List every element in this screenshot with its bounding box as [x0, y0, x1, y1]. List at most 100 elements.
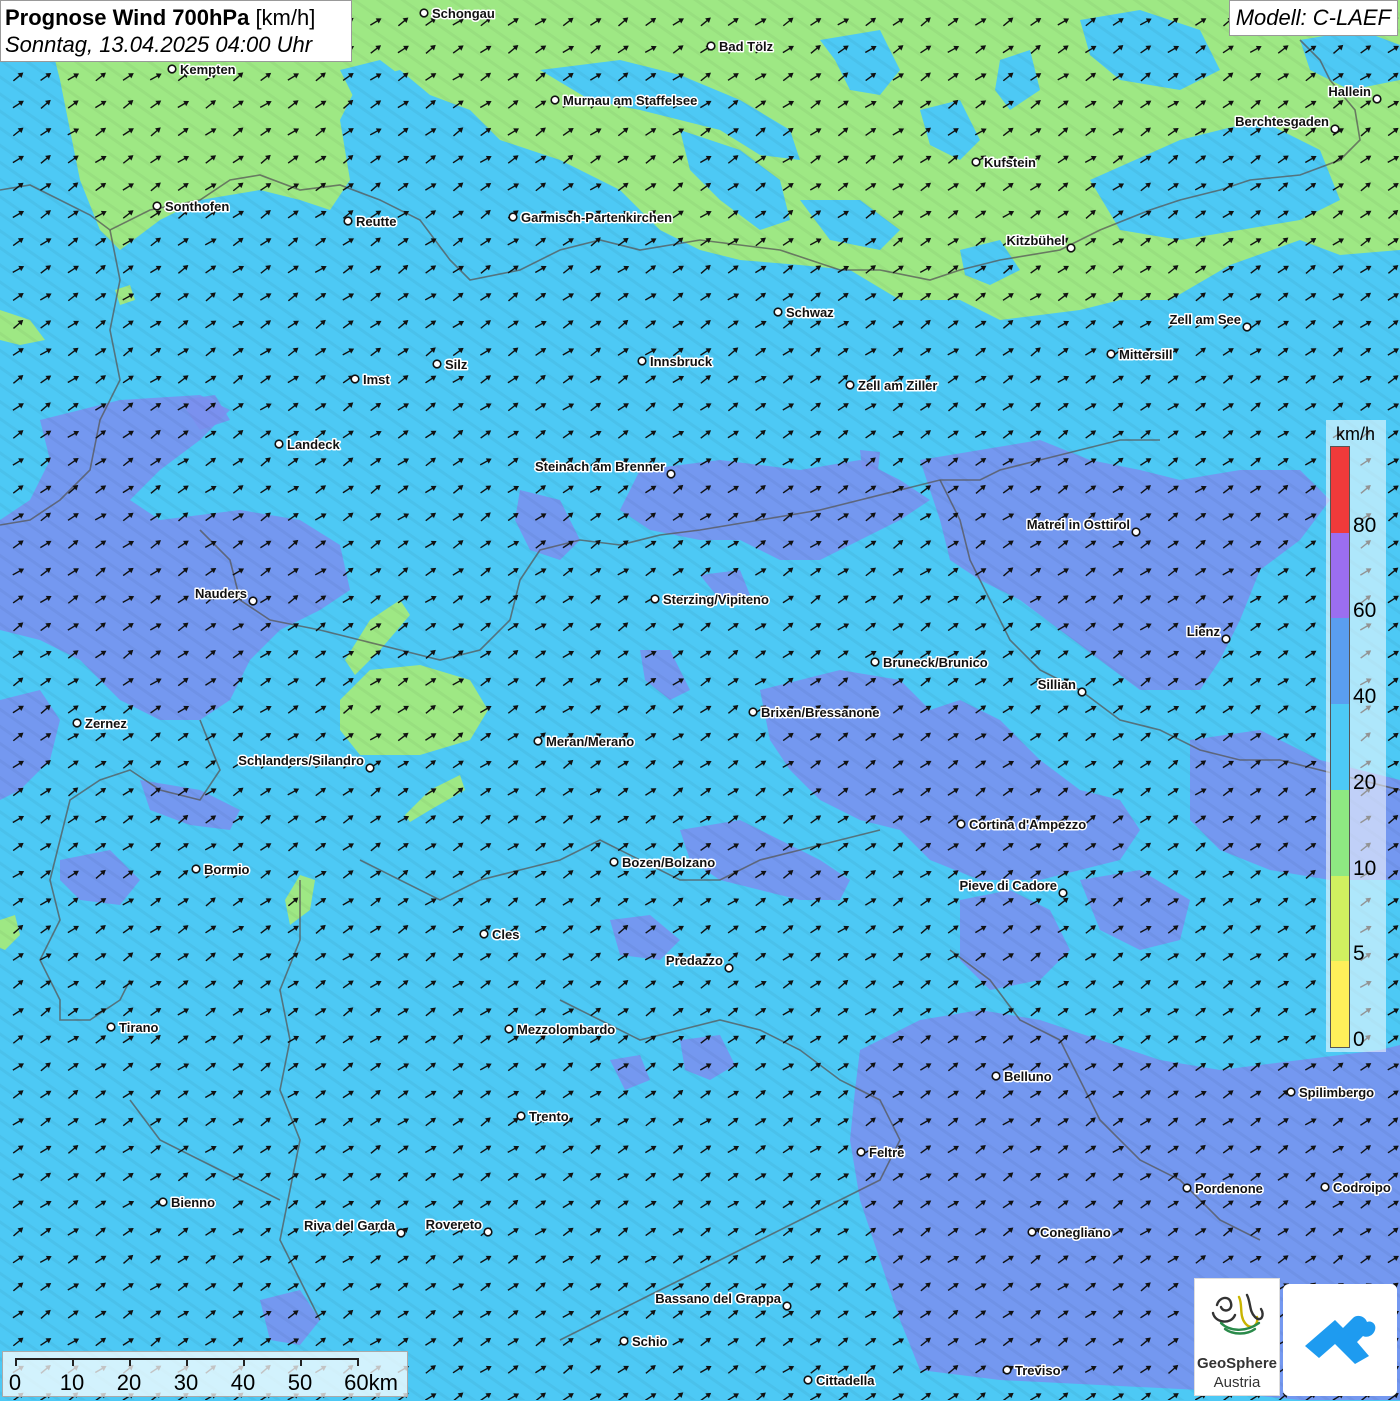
legend-tick-label: 20	[1353, 771, 1376, 795]
city-label: Nauders	[195, 586, 247, 601]
city-dot	[249, 597, 257, 605]
legend-tick-label: 80	[1353, 514, 1376, 538]
city-dot	[73, 719, 81, 727]
city-label: Bad Tölz	[719, 39, 774, 54]
legend-color-segment	[1331, 790, 1349, 876]
scale-label: 10	[60, 1370, 84, 1396]
legend-color-bar	[1330, 446, 1350, 1048]
city-dot	[168, 65, 176, 73]
city-label: Imst	[363, 372, 390, 387]
city-label: Brixen/Bressanone	[761, 705, 880, 720]
city-label: Zell am Ziller	[858, 378, 937, 393]
city-marker: Garmisch-Partenkirchen	[509, 210, 672, 225]
color-legend: km/h 051020406080	[1326, 420, 1386, 1052]
city-dot	[651, 595, 659, 603]
city-label: Pordenone	[1195, 1181, 1263, 1196]
legend-color-segment	[1331, 704, 1349, 790]
city-label: Landeck	[287, 437, 341, 452]
scale-tick	[357, 1358, 359, 1366]
city-dot	[725, 964, 733, 972]
city-label: Matrei in Osttirol	[1027, 517, 1130, 532]
city-dot	[344, 217, 352, 225]
city-marker: Spilimbergo	[1287, 1085, 1374, 1100]
scale-tick	[72, 1358, 74, 1366]
city-label: Schwaz	[786, 305, 834, 320]
city-dot	[420, 9, 428, 17]
city-marker: Brixen/Bressanone	[749, 705, 879, 720]
city-label: Pieve di Cadore	[959, 878, 1057, 893]
city-label: Sonthofen	[165, 199, 229, 214]
city-dot	[1243, 323, 1251, 331]
city-dot	[1331, 125, 1339, 133]
city-dot	[857, 1148, 865, 1156]
city-marker: Murnau am Staffelsee	[551, 93, 697, 108]
city-label: Zell am See	[1169, 312, 1241, 327]
city-label: Bormio	[204, 862, 250, 877]
geosphere-logo: GeoSphere Austria	[1194, 1278, 1280, 1396]
city-dot	[480, 930, 488, 938]
scale-label: 20	[117, 1370, 141, 1396]
city-marker: Sterzing/Vipiteno	[651, 592, 769, 607]
city-dot	[1287, 1088, 1295, 1096]
legend-tick-label: 10	[1353, 857, 1376, 881]
city-label: Schongau	[432, 6, 495, 21]
city-dot	[159, 1198, 167, 1206]
legend-tick-label: 0	[1353, 1028, 1365, 1052]
legend-color-segment	[1331, 447, 1349, 533]
city-label: Kitzbühel	[1007, 233, 1066, 248]
scale-label: 60km	[344, 1370, 398, 1396]
city-dot	[1222, 635, 1230, 643]
scale-label: 40	[231, 1370, 255, 1396]
city-dot	[846, 381, 854, 389]
city-dot	[620, 1337, 628, 1345]
city-label: Kempten	[180, 62, 236, 77]
city-label: Bozen/Bolzano	[622, 855, 715, 870]
city-label: Lienz	[1187, 624, 1221, 639]
city-dot	[509, 213, 517, 221]
city-label: Schio	[632, 1334, 667, 1349]
city-label: Rovereto	[426, 1217, 482, 1232]
city-dot	[275, 440, 283, 448]
city-dot	[804, 1376, 812, 1384]
city-label: Mittersill	[1119, 347, 1172, 362]
city-dot	[1003, 1366, 1011, 1374]
city-dot	[107, 1023, 115, 1031]
city-label: Sillian	[1038, 677, 1076, 692]
city-marker: Schongau	[420, 6, 495, 21]
city-label: Mezzolombardo	[517, 1022, 615, 1037]
city-label: Treviso	[1015, 1363, 1061, 1378]
scale-tick	[15, 1358, 17, 1366]
scale-label: 50	[288, 1370, 312, 1396]
geosphere-country: Austria	[1195, 1374, 1279, 1391]
legend-tick-label: 40	[1353, 685, 1376, 709]
scale-label: 0	[9, 1370, 21, 1396]
city-dot	[972, 158, 980, 166]
scale-tick	[186, 1358, 188, 1366]
city-label: Codroipo	[1333, 1180, 1391, 1195]
city-dot	[1107, 350, 1115, 358]
city-dot	[1078, 688, 1086, 696]
city-dot	[1373, 95, 1381, 103]
wind-map: Schongau Bad Tölz Kempten Murnau am Staffel…	[0, 0, 1400, 1400]
legend-color-segment	[1331, 618, 1349, 704]
city-dot	[351, 375, 359, 383]
city-label: Predazzo	[666, 953, 723, 968]
city-label: Feltre	[869, 1145, 904, 1160]
city-dot	[153, 202, 161, 210]
city-label: Riva del Garda	[304, 1218, 396, 1233]
city-label: Conegliano	[1040, 1225, 1111, 1240]
city-dot	[610, 858, 618, 866]
scale-tick	[129, 1358, 131, 1366]
city-dot	[667, 470, 675, 478]
city-label: Trento	[529, 1109, 569, 1124]
city-dot	[638, 357, 646, 365]
city-dot	[397, 1229, 405, 1237]
city-dot	[534, 737, 542, 745]
city-marker: Cortina d'Ampezzo	[957, 817, 1086, 832]
geosphere-emblem-icon	[1195, 1279, 1281, 1355]
city-label: Sterzing/Vipiteno	[663, 592, 769, 607]
city-dot	[551, 96, 559, 104]
legend-tick-label: 60	[1353, 599, 1376, 623]
city-label: Zernez	[85, 716, 127, 731]
city-dot	[871, 658, 879, 666]
